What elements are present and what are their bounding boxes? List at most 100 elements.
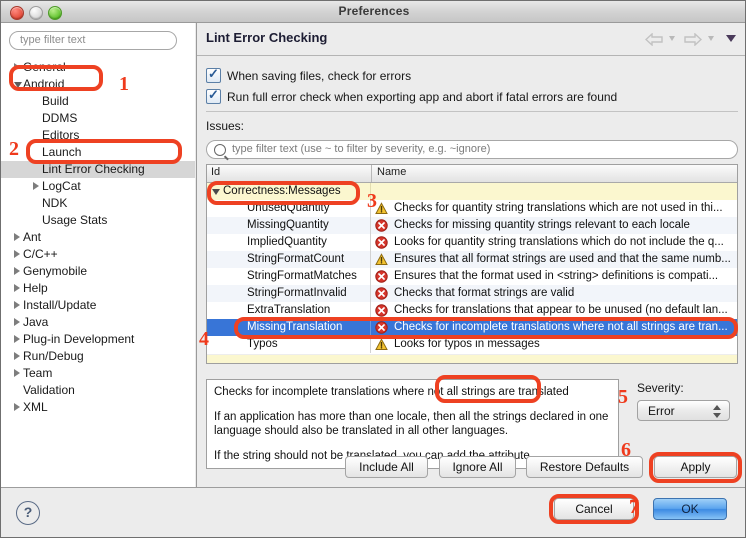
sidebar-item-label: Team bbox=[23, 366, 53, 380]
severity-select[interactable]: Error bbox=[637, 400, 730, 421]
chevron-right-icon[interactable] bbox=[14, 301, 20, 309]
chevron-right-icon[interactable] bbox=[14, 335, 20, 343]
window-titlebar: Preferences bbox=[1, 1, 745, 23]
chevron-down-icon[interactable] bbox=[14, 82, 22, 92]
cell-name: Looks for typos in messages bbox=[372, 336, 737, 353]
sidebar-item-validation[interactable]: Validation bbox=[1, 382, 195, 399]
issue-id-label: MissingQuantity bbox=[247, 219, 329, 231]
description-paragraph: If an application has more than one loca… bbox=[214, 411, 609, 437]
sidebar-item-lint-error-checking[interactable]: Lint Error Checking bbox=[1, 161, 195, 178]
chevron-right-icon[interactable] bbox=[14, 233, 20, 241]
sidebar-item-xml[interactable]: XML bbox=[1, 399, 195, 416]
table-body: Correctness:Messages UnusedQuantity Checks… bbox=[207, 183, 737, 353]
page-menu-caret-icon[interactable] bbox=[726, 35, 736, 43]
chevron-right-icon[interactable] bbox=[14, 250, 20, 258]
table-row[interactable]: StringFormatCount Ensures that all format… bbox=[207, 251, 737, 268]
cell-name: Checks for incomplete translations where… bbox=[372, 319, 737, 336]
restore-defaults-button[interactable]: Restore Defaults bbox=[526, 456, 643, 478]
sidebar-item-ndk[interactable]: NDK bbox=[1, 195, 195, 212]
chevron-right-icon[interactable] bbox=[14, 403, 20, 411]
export-full-check-label: Run full error check when exporting app … bbox=[227, 90, 618, 104]
column-header-name[interactable]: Name bbox=[377, 166, 406, 178]
sidebar-item-plug-in-development[interactable]: Plug-in Development bbox=[1, 331, 195, 348]
export-full-check-checkbox[interactable]: ✓ Run full error check when exporting app… bbox=[206, 88, 618, 104]
sidebar-item-java[interactable]: Java bbox=[1, 314, 195, 331]
sidebar-item-help[interactable]: Help bbox=[1, 280, 195, 297]
forward-dropdown-caret-icon[interactable] bbox=[707, 36, 714, 42]
ignore-all-button[interactable]: Ignore All bbox=[439, 456, 516, 478]
checkbox-icon: ✓ bbox=[206, 67, 221, 83]
issues-table[interactable]: Id Name Correctness:Messages UnusedQuanti… bbox=[206, 164, 738, 364]
sidebar-filter-input[interactable]: type filter text bbox=[9, 31, 177, 50]
issue-id-label: UnusedQuantity bbox=[247, 202, 330, 214]
issues-filter-placeholder: type filter text (use ~ to filter by sev… bbox=[232, 143, 491, 155]
table-row[interactable]: StringFormatMatches Ensures that the form… bbox=[207, 268, 737, 285]
save-check-errors-checkbox[interactable]: ✓ When saving files, check for errors bbox=[206, 67, 411, 83]
sidebar-item-general[interactable]: General bbox=[1, 59, 195, 76]
chevron-right-icon[interactable] bbox=[14, 284, 20, 292]
chevron-right-icon[interactable] bbox=[14, 63, 20, 71]
help-icon[interactable]: ? bbox=[16, 501, 40, 525]
sidebar-item-install-update[interactable]: Install/Update bbox=[1, 297, 195, 314]
sidebar-item-android[interactable]: Android bbox=[1, 76, 195, 93]
sidebar-item-label: NDK bbox=[42, 196, 68, 210]
table-group-row[interactable]: Correctness:Messages bbox=[207, 183, 737, 200]
sidebar-item-team[interactable]: Team bbox=[1, 365, 195, 382]
issue-id-label: StringFormatInvalid bbox=[247, 287, 347, 299]
table-row[interactable]: ExtraTranslation Checks for translations … bbox=[207, 302, 737, 319]
column-divider[interactable] bbox=[371, 165, 372, 182]
issue-name-label: Looks for typos in messages bbox=[394, 338, 540, 350]
sidebar-item-ant[interactable]: Ant bbox=[1, 229, 195, 246]
sidebar-item-c-c[interactable]: C/C++ bbox=[1, 246, 195, 263]
table-row[interactable]: UnusedQuantity Checks for quantity string… bbox=[207, 200, 737, 217]
checkbox-icon: ✓ bbox=[206, 88, 221, 104]
cell-name: Checks for quantity string translations … bbox=[372, 200, 737, 217]
error-icon bbox=[375, 321, 388, 334]
ok-button[interactable]: OK bbox=[653, 498, 727, 520]
error-icon bbox=[375, 236, 388, 249]
apply-button[interactable]: Apply bbox=[654, 456, 737, 478]
sidebar-item-label: Build bbox=[42, 94, 69, 108]
sidebar-item-label: General bbox=[23, 60, 66, 74]
sidebar-item-build[interactable]: Build bbox=[1, 93, 195, 110]
sidebar-item-logcat[interactable]: LogCat bbox=[1, 178, 195, 195]
sidebar-item-launch[interactable]: Launch bbox=[1, 144, 195, 161]
sidebar-item-run-debug[interactable]: Run/Debug bbox=[1, 348, 195, 365]
table-row[interactable]: MissingQuantity Checks for missing quanti… bbox=[207, 217, 737, 234]
preferences-window: Preferences type filter text General Andr… bbox=[0, 0, 746, 538]
sidebar-item-ddms[interactable]: DDMS bbox=[1, 110, 195, 127]
table-row[interactable]: Typos Looks for typos in messages bbox=[207, 336, 737, 353]
issue-id-label: Typos bbox=[247, 338, 278, 350]
back-arrow-icon[interactable] bbox=[645, 33, 663, 47]
sidebar-item-genymobile[interactable]: Genymobile bbox=[1, 263, 195, 280]
sidebar-item-usage-stats[interactable]: Usage Stats bbox=[1, 212, 195, 229]
chevron-right-icon[interactable] bbox=[14, 352, 20, 360]
cell-name bbox=[372, 183, 737, 200]
sidebar-item-label: Launch bbox=[42, 145, 82, 159]
sidebar-item-editors[interactable]: Editors bbox=[1, 127, 195, 144]
table-header: Id Name bbox=[207, 165, 737, 183]
chevron-down-icon[interactable] bbox=[212, 189, 220, 195]
issue-name-label: Ensures that the format used in <string>… bbox=[394, 270, 719, 282]
include-all-button[interactable]: Include All bbox=[345, 456, 428, 478]
chevron-right-icon[interactable] bbox=[14, 318, 20, 326]
cell-id: StringFormatMatches bbox=[207, 268, 371, 285]
window-title: Preferences bbox=[338, 4, 410, 18]
chevron-right-icon[interactable] bbox=[14, 369, 20, 377]
chevron-right-icon[interactable] bbox=[33, 182, 39, 190]
cancel-button[interactable]: Cancel bbox=[554, 498, 634, 520]
back-dropdown-caret-icon[interactable] bbox=[668, 36, 675, 42]
chevron-right-icon[interactable] bbox=[14, 267, 20, 275]
forward-arrow-icon[interactable] bbox=[684, 33, 703, 47]
cell-name: Checks that format strings are valid bbox=[372, 285, 737, 302]
issue-name-label: Looks for quantity string translations w… bbox=[394, 236, 724, 248]
issue-id-label: ImpliedQuantity bbox=[247, 236, 327, 248]
table-row[interactable]: MissingTranslation Checks for incomplete … bbox=[207, 319, 737, 336]
issues-filter-input[interactable]: type filter text (use ~ to filter by sev… bbox=[206, 140, 738, 159]
column-header-id[interactable]: Id bbox=[211, 166, 220, 178]
table-row[interactable]: StringFormatInvalid Checks that format st… bbox=[207, 285, 737, 302]
table-row[interactable]: ImpliedQuantity Looks for quantity string… bbox=[207, 234, 737, 251]
sidebar-item-label: Install/Update bbox=[23, 298, 97, 312]
sidebar-item-label: Java bbox=[23, 315, 49, 329]
sidebar-item-label: LogCat bbox=[42, 179, 81, 193]
